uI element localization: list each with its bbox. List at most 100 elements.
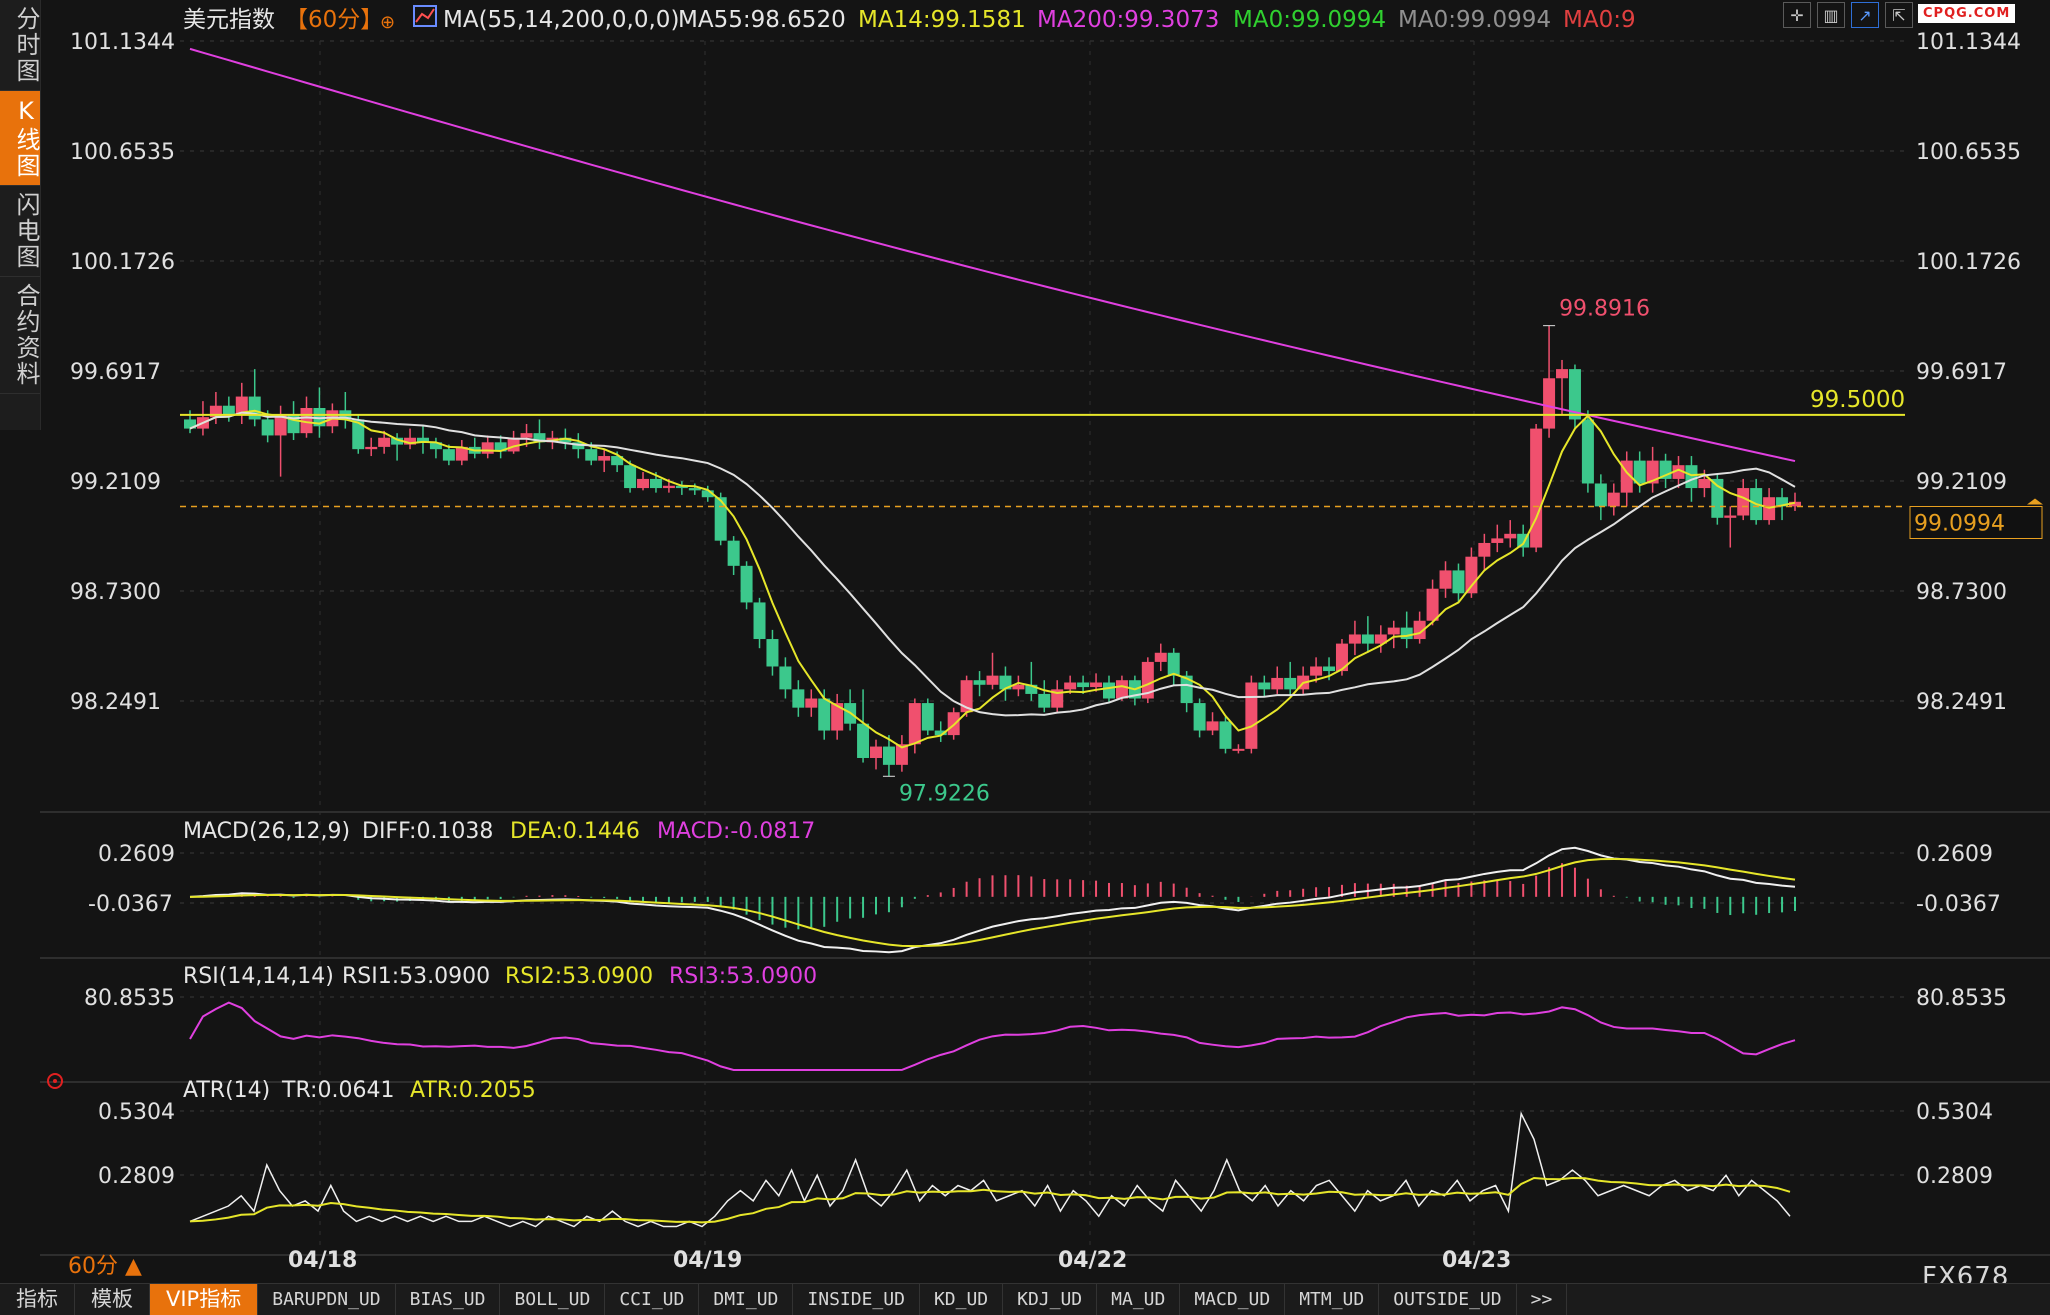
indicator-tab[interactable]: MACD_UD [1180,1284,1286,1315]
candle-body [818,698,831,731]
indicator-tab[interactable]: OUTSIDE_UD [1379,1284,1517,1315]
add-icon[interactable]: ⊕ [380,12,395,33]
ma14-value: MA14:99.1581 [858,7,1026,33]
horizontal-line-label: 99.5000 [1810,387,1905,413]
candle-body [1426,588,1439,621]
candle-body [261,419,274,436]
candle-body [1206,721,1219,731]
candle-body [585,449,598,461]
y-tick-label-right: 100.6535 [1916,140,2021,165]
indicator-tab[interactable]: 指标 [0,1284,75,1315]
target-icon[interactable] [47,1073,63,1089]
candle-body [753,602,766,640]
indicator-tab[interactable]: 模板 [75,1284,150,1315]
ma0-value-gray: MA0:99.0994 [1398,7,1551,33]
period-selector[interactable]: 60分 ▲ [68,1248,142,1280]
candle-body [1090,682,1103,688]
candle-body [1064,682,1077,690]
ma-indicator-icon-line [415,8,435,23]
atr-y-tick: 0.5304 [98,1100,175,1125]
indicator-tab[interactable]: CCI_UD [605,1284,700,1315]
low-label: 97.9226 [899,781,990,806]
candle-body [805,698,818,708]
candle-body [1193,703,1206,731]
candle-body [1530,428,1543,548]
y-tick-label: 99.2109 [70,470,161,495]
indicator-tab[interactable]: >> [1517,1284,1568,1315]
candle-body [1491,538,1504,543]
caret-up-icon: ▲ [125,1254,142,1279]
indicator-tab[interactable]: VIP指标 [150,1284,259,1315]
candle-body [986,675,999,685]
indicator-tab[interactable]: MA_UD [1097,1284,1181,1315]
candle-body [352,419,365,450]
y-tick-label: 100.6535 [70,140,175,165]
indicator-tab[interactable]: MTM_UD [1285,1284,1380,1315]
kline-chart[interactable]: 101.1344 101.1344 100.6535 100.6535 100.1726… [0,0,2050,1283]
line-chart-icon[interactable]: ↗ [1851,2,1879,28]
candle-body [1400,627,1413,640]
candle-body [1543,378,1556,429]
candle-body [1245,682,1258,749]
candle-body [1439,570,1452,589]
candle-body [662,485,675,489]
candle-body [365,446,378,450]
rsi2-value: RSI2:53.0900 [505,964,653,989]
x-tick-label: 04/19 [673,1248,742,1273]
atr-y-tick: 0.2809 [98,1164,175,1189]
macd-value: MACD:-0.0817 [657,819,815,844]
ma14-line [189,409,1796,749]
atr-tr-value: TR:0.0641 [281,1078,394,1103]
candle-body [222,405,235,415]
candle-body [714,497,727,541]
ma0-value-red: MA0:9 [1563,7,1636,33]
crosshair-icon[interactable]: ✛ [1783,2,1811,28]
candle-body [727,540,740,566]
indicator-tab[interactable]: KDJ_UD [1003,1284,1098,1315]
candle-body [1154,652,1167,662]
y-tick-label: 99.6917 [70,360,161,385]
candle-body [1452,570,1465,594]
candle-body [1077,682,1090,688]
export-icon[interactable]: ⇱ [1885,2,1913,28]
indicator-tab[interactable]: BARUPDN_UD [258,1284,396,1315]
candle-body [598,456,611,461]
y-tick-label-right: 98.2491 [1916,690,2007,715]
rsi-y-tick-right: 80.8535 [1916,986,2007,1011]
atr-y-tick-right: 0.5304 [1916,1100,1993,1125]
macd-diff: DIFF:0.1038 [362,819,493,844]
period-label: 60分 [68,1254,118,1279]
candle-body [1258,682,1271,690]
candle-body [1323,666,1336,672]
candle-body [1465,556,1478,594]
last-price-label: 99.0994 [1914,512,2005,537]
macd-y-tick-right: 0.2609 [1916,842,1993,867]
high-label: 99.8916 [1559,297,1650,322]
candle-body [1361,634,1374,644]
x-tick-label: 04/22 [1058,1248,1127,1273]
candle-body [973,680,986,685]
macd-y-tick: 0.2609 [98,842,175,867]
period-tag: 【60分】 [285,7,383,33]
indicator-tab[interactable]: INSIDE_UD [793,1284,920,1315]
indicator-tab[interactable]: KD_UD [920,1284,1004,1315]
macd-y-tick-right: -0.0367 [1916,892,2001,917]
ma200-value: MA200:99.3073 [1037,7,1219,33]
y-tick-label: 98.7300 [70,580,161,605]
candle-body [870,746,883,758]
indicator-tab[interactable]: DMI_UD [699,1284,794,1315]
candle-body [1556,369,1569,379]
candle-body [1504,533,1517,539]
candle-body [1724,515,1737,518]
y-tick-label: 100.1726 [70,250,175,275]
candle-body [1387,627,1400,635]
atr-y-tick-right: 0.2809 [1916,1164,1993,1189]
indicator-tab[interactable]: BIAS_UD [396,1284,501,1315]
candle-body [1310,666,1323,676]
atr-value: ATR:0.2055 [410,1078,536,1103]
bar-chart-icon[interactable]: ▥ [1817,2,1845,28]
chart-toolbar: ✛ ▥ ↗ ⇱ [1783,2,1913,28]
indicator-tab[interactable]: BOLL_UD [500,1284,606,1315]
y-tick-label-right: 100.1726 [1916,250,2021,275]
candle-body [1348,634,1361,644]
